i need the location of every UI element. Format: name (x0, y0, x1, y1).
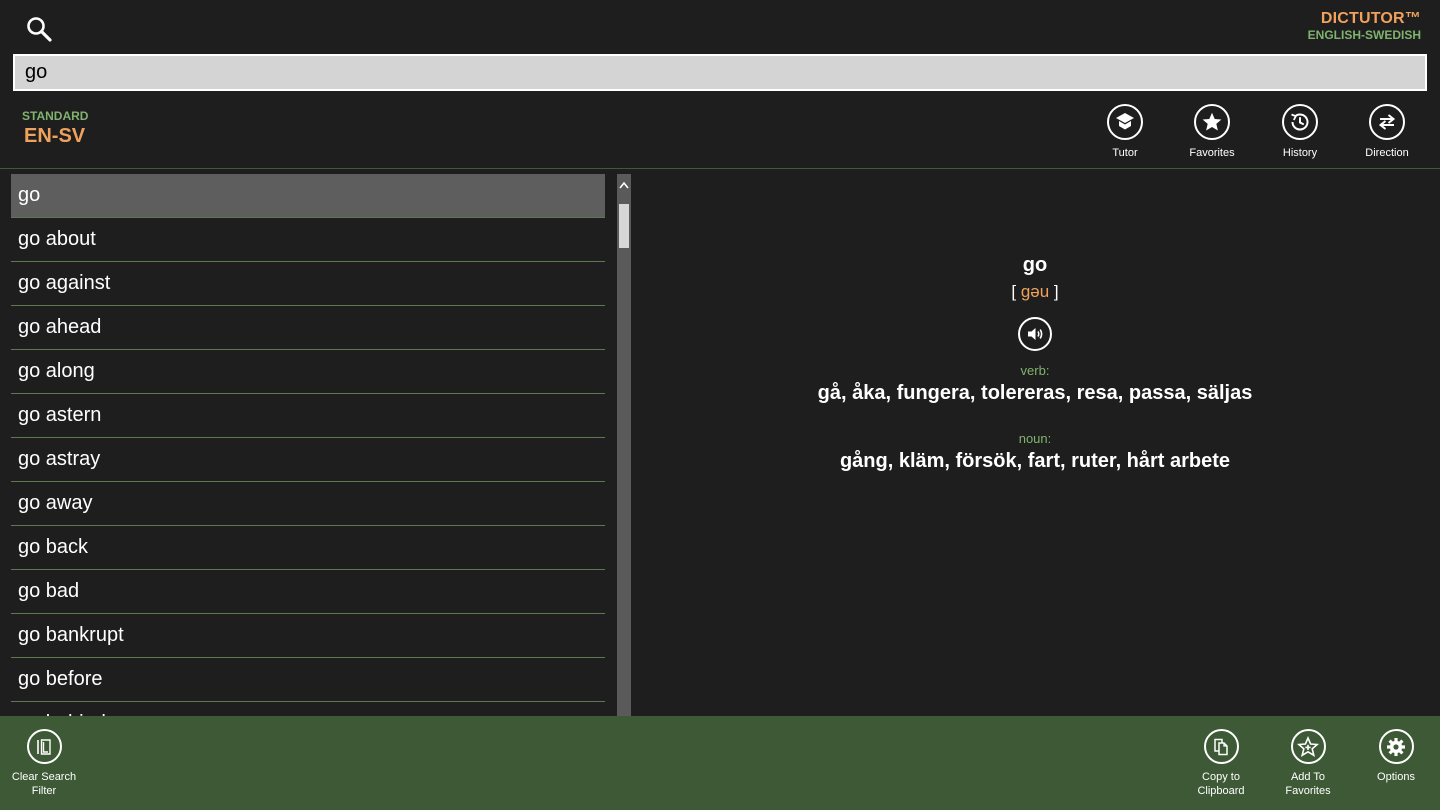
brand: DICTUTOR™ ENGLISH-SWEDISH (1308, 10, 1421, 42)
word-list-item[interactable]: go about (11, 218, 605, 262)
swap-arrows-icon (1369, 104, 1405, 140)
copy-to-clipboard-button[interactable]: Copy to Clipboard (1181, 729, 1261, 798)
tutor-label: Tutor (1112, 147, 1138, 159)
scroll-up-arrow-icon[interactable] (617, 174, 631, 196)
pronunciation-ipa: gəu (1020, 282, 1050, 301)
copy-to-clipboard-label: Copy to Clipboard (1181, 770, 1261, 798)
brand-subtitle: ENGLISH-SWEDISH (1307, 28, 1421, 42)
pronunciation: [ gəu ] (633, 280, 1437, 304)
star-add-icon (1290, 729, 1326, 764)
translations-noun: gång, kläm, försök, fart, ruter, hårt ar… (839, 450, 1231, 472)
speaker-icon (1028, 328, 1043, 340)
options-button[interactable]: Options (1356, 729, 1436, 784)
copy-to-clipboard-label-line1: Copy to (1202, 771, 1240, 783)
word-list-item[interactable]: go back (11, 526, 605, 570)
word-list-item[interactable]: go against (11, 262, 605, 306)
copy-to-clipboard-label-line2: Clipboard (1197, 785, 1245, 797)
word-list-item[interactable]: go astray (11, 438, 605, 482)
pos-label-noun: noun: (1018, 431, 1052, 446)
word-list[interactable]: go go about go against go ahead go along go a… (11, 174, 605, 716)
word-list-item[interactable]: go bad (11, 570, 605, 614)
translations-verb: gå, åka, fungera, tolereras, resa, passa… (817, 382, 1253, 404)
clear-search-filter-label-line1: Clear Search (11, 771, 77, 783)
clear-search-filter-button[interactable]: Clear Search Filter (4, 729, 84, 798)
add-to-favorites-button[interactable]: Add To Favorites (1268, 729, 1348, 798)
word-list-item[interactable]: go bankrupt (11, 614, 605, 658)
word-list-item[interactable]: go away (11, 482, 605, 526)
word-list-item[interactable]: go behind (11, 702, 605, 716)
dictionary-app: DICTUTOR™ ENGLISH-SWEDISH STANDARD EN-SV… (0, 0, 1440, 810)
search-input[interactable] (13, 54, 1427, 91)
gear-icon (1378, 729, 1414, 764)
pos-label-verb: verb: (1020, 363, 1050, 378)
word-list-item[interactable]: go ahead (11, 306, 605, 350)
pronunciation-close-bracket: ] (1053, 282, 1059, 301)
clear-search-filter-label: Clear Search Filter (4, 770, 84, 798)
language-pair: EN-SV (24, 125, 86, 147)
options-label: Options (1377, 771, 1415, 783)
dictionary-mode[interactable]: STANDARD EN-SV (22, 109, 88, 149)
pronunciation-open-bracket: [ (1011, 282, 1017, 301)
clock-icon (1282, 104, 1318, 140)
history-button[interactable]: History (1265, 104, 1335, 160)
scrollbar-thumb[interactable] (619, 204, 629, 248)
history-label: History (1282, 147, 1318, 159)
clear-search-filter-label-line2: Filter (31, 785, 57, 797)
graduation-cap-icon (1107, 104, 1143, 140)
definition-headword: go (1022, 254, 1048, 276)
clear-filter-icon (26, 729, 62, 764)
star-icon (1194, 104, 1230, 140)
tutor-button[interactable]: Tutor (1090, 104, 1160, 160)
header-divider (0, 168, 1440, 169)
copy-icon (1203, 729, 1239, 764)
favorites-label: Favorites (1189, 147, 1235, 159)
brand-name: DICTUTOR™ (1320, 10, 1421, 27)
word-list-scrollbar[interactable] (617, 174, 631, 716)
word-list-item[interactable]: go astern (11, 394, 605, 438)
favorites-button[interactable]: Favorites (1177, 104, 1247, 160)
search-icon[interactable] (26, 16, 52, 42)
direction-button[interactable]: Direction (1352, 104, 1422, 160)
speak-button[interactable] (1018, 317, 1052, 351)
bottom-app-bar: Clear Search Filter Copy to Clipboard Ad… (0, 716, 1440, 810)
word-list-item[interactable]: go (11, 174, 605, 218)
word-list-item[interactable]: go along (11, 350, 605, 394)
mode-label: STANDARD (22, 109, 89, 123)
definition-panel: go [ gəu ] verb: gå, åka, fungera, toler… (633, 250, 1437, 475)
add-to-favorites-label: Add To Favorites (1285, 771, 1331, 797)
direction-label: Direction (1365, 147, 1409, 159)
word-list-item[interactable]: go before (11, 658, 605, 702)
